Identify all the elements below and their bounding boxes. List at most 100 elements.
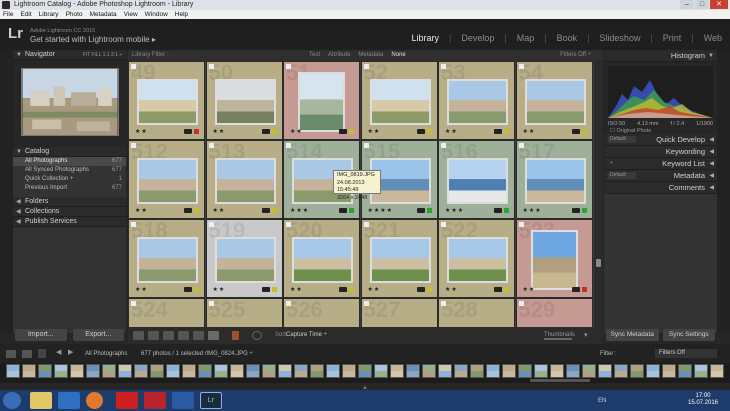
grid-cell[interactable]: 523★★: [515, 218, 593, 298]
forward-arrow-icon[interactable]: ▶: [68, 348, 73, 356]
painter-icon[interactable]: [232, 331, 239, 340]
photo-thumbnail[interactable]: [447, 79, 508, 125]
select-badge-icon[interactable]: [131, 301, 136, 306]
metadata-badge-icon[interactable]: [571, 208, 580, 213]
import-button[interactable]: Import...: [15, 329, 67, 341]
filmstrip-thumbnail[interactable]: [86, 364, 100, 378]
filmstrip-thumbnail[interactable]: [678, 364, 692, 378]
metadata-badge-icon[interactable]: [339, 287, 347, 292]
folders-header[interactable]: ◀ Folders: [13, 197, 126, 207]
filmstrip-thumbnail[interactable]: [118, 364, 132, 378]
filmstrip-thumbnail[interactable]: [22, 364, 36, 378]
filmstrip-thumbnail[interactable]: [70, 364, 84, 378]
photo-thumbnail[interactable]: [292, 237, 353, 283]
grid-cell[interactable]: 529: [515, 297, 593, 327]
start-button[interactable]: [3, 392, 21, 409]
color-label-icon[interactable]: [271, 208, 277, 213]
lightroom-taskbar-icon[interactable]: Lr: [200, 392, 222, 409]
primary-window-icon[interactable]: [6, 350, 16, 358]
metadata-badge-icon[interactable]: [261, 129, 270, 134]
color-label-icon[interactable]: [504, 129, 509, 134]
select-badge-icon[interactable]: [286, 143, 291, 148]
filmstrip-thumbnail[interactable]: [454, 364, 468, 378]
filmstrip-thumbnail[interactable]: [438, 364, 452, 378]
menu-metadata[interactable]: Metadata: [90, 10, 117, 19]
star-rating[interactable]: ★★: [523, 286, 536, 293]
star-rating[interactable]: ★★: [213, 128, 226, 135]
select-badge-icon[interactable]: [131, 222, 136, 227]
grid-cell[interactable]: 516 ★★★: [438, 139, 515, 219]
filmstrip-thumbnail[interactable]: [566, 364, 580, 378]
comments-header[interactable]: Comments ◀: [604, 182, 717, 194]
menu-library[interactable]: Library: [39, 10, 59, 19]
catalog-row-all-photographs[interactable]: All Photographs 677: [13, 157, 126, 166]
metadata-badge-icon[interactable]: [339, 129, 347, 134]
secondary-window-icon[interactable]: [22, 350, 32, 358]
sort-direction-icon[interactable]: [252, 331, 262, 340]
select-badge-icon[interactable]: [441, 64, 446, 69]
keyword-list-header[interactable]: + Keyword List ◀: [604, 158, 717, 170]
photo-thumbnail[interactable]: [369, 237, 431, 283]
metadata-badge-icon[interactable]: [184, 287, 192, 292]
filmstrip-thumbnail[interactable]: [694, 364, 708, 378]
filmstrip-thumbnail[interactable]: [614, 364, 628, 378]
select-badge-icon[interactable]: [286, 64, 291, 69]
select-badge-icon[interactable]: [363, 222, 369, 227]
color-label-icon[interactable]: [271, 129, 277, 134]
grid-cell[interactable]: 520 ★★: [283, 218, 360, 298]
sync-metadata-button[interactable]: Sync Metadata: [606, 329, 659, 341]
select-badge-icon[interactable]: [518, 222, 524, 227]
add-keyword-icon[interactable]: +: [608, 160, 616, 167]
filters-off-dropdown[interactable]: Filters Off ÷: [560, 50, 591, 61]
grid-cell[interactable]: 517 ★★★: [515, 139, 593, 219]
filmstrip-thumbnail[interactable]: [310, 364, 324, 378]
filmstrip-thumbnail[interactable]: [246, 364, 260, 378]
filmstrip-thumbnail[interactable]: [518, 364, 532, 378]
photo-thumbnail[interactable]: [214, 237, 276, 283]
quick-develop-header[interactable]: Default Quick Develop ◀: [604, 134, 717, 146]
grid-cell[interactable]: 51★★: [283, 61, 360, 140]
filmstrip-thumbnail[interactable]: [150, 364, 164, 378]
filmstrip-thumbnail[interactable]: [358, 364, 372, 378]
photo-thumbnail[interactable]: [137, 158, 198, 204]
toolbar-menu-icon[interactable]: ▾: [584, 331, 592, 340]
filmstrip-scrollbar[interactable]: [530, 379, 590, 382]
filmstrip-thumbnail[interactable]: [598, 364, 612, 378]
menu-window[interactable]: Window: [145, 10, 168, 19]
star-rating[interactable]: ★★: [290, 128, 303, 135]
color-label-icon[interactable]: [426, 287, 432, 292]
photo-thumbnail[interactable]: [137, 79, 198, 125]
preset-dropdown[interactable]: Default: [608, 136, 636, 143]
photo-thumbnail[interactable]: [524, 158, 586, 204]
menu-help[interactable]: Help: [175, 10, 188, 19]
thumbnail-size-slider[interactable]: [544, 338, 572, 340]
back-arrow-icon[interactable]: ◀: [56, 348, 61, 356]
module-print[interactable]: Print: [663, 33, 682, 43]
mobile-prompt[interactable]: Get started with Lightroom mobile ▸: [30, 35, 156, 44]
select-badge-icon[interactable]: [286, 301, 291, 306]
menu-view[interactable]: View: [124, 10, 138, 19]
maximize-icon[interactable]: □: [695, 0, 709, 9]
media-taskbar-icon[interactable]: [86, 392, 103, 409]
metadata-badge-icon[interactable]: [261, 287, 270, 292]
filmstrip-thumbnail[interactable]: [134, 364, 148, 378]
metadata-badge-icon[interactable]: [571, 287, 580, 292]
module-develop[interactable]: Develop: [461, 33, 494, 43]
select-badge-icon[interactable]: [441, 222, 446, 227]
metadata-header[interactable]: Default Metadata ◀: [604, 170, 717, 182]
scrollbar-thumb[interactable]: [596, 259, 601, 267]
star-rating[interactable]: ★★: [135, 207, 148, 214]
people-view-icon[interactable]: [193, 331, 204, 340]
filmstrip-thumbnail[interactable]: [6, 364, 20, 378]
collections-header[interactable]: ◀ Collections: [13, 207, 126, 217]
select-badge-icon[interactable]: [131, 143, 136, 148]
filmstrip-thumbnail[interactable]: [710, 364, 724, 378]
select-badge-icon[interactable]: [441, 301, 446, 306]
select-badge-icon[interactable]: [363, 143, 369, 148]
grid-cell[interactable]: 50 ★★: [205, 61, 283, 140]
histogram-header[interactable]: Histogram ▼: [604, 50, 717, 62]
filmstrip-thumbnail[interactable]: [582, 364, 596, 378]
filmstrip-thumbnail[interactable]: [214, 364, 228, 378]
grid-cell[interactable]: 518 ★★: [128, 218, 205, 298]
module-library[interactable]: Library: [411, 33, 439, 43]
